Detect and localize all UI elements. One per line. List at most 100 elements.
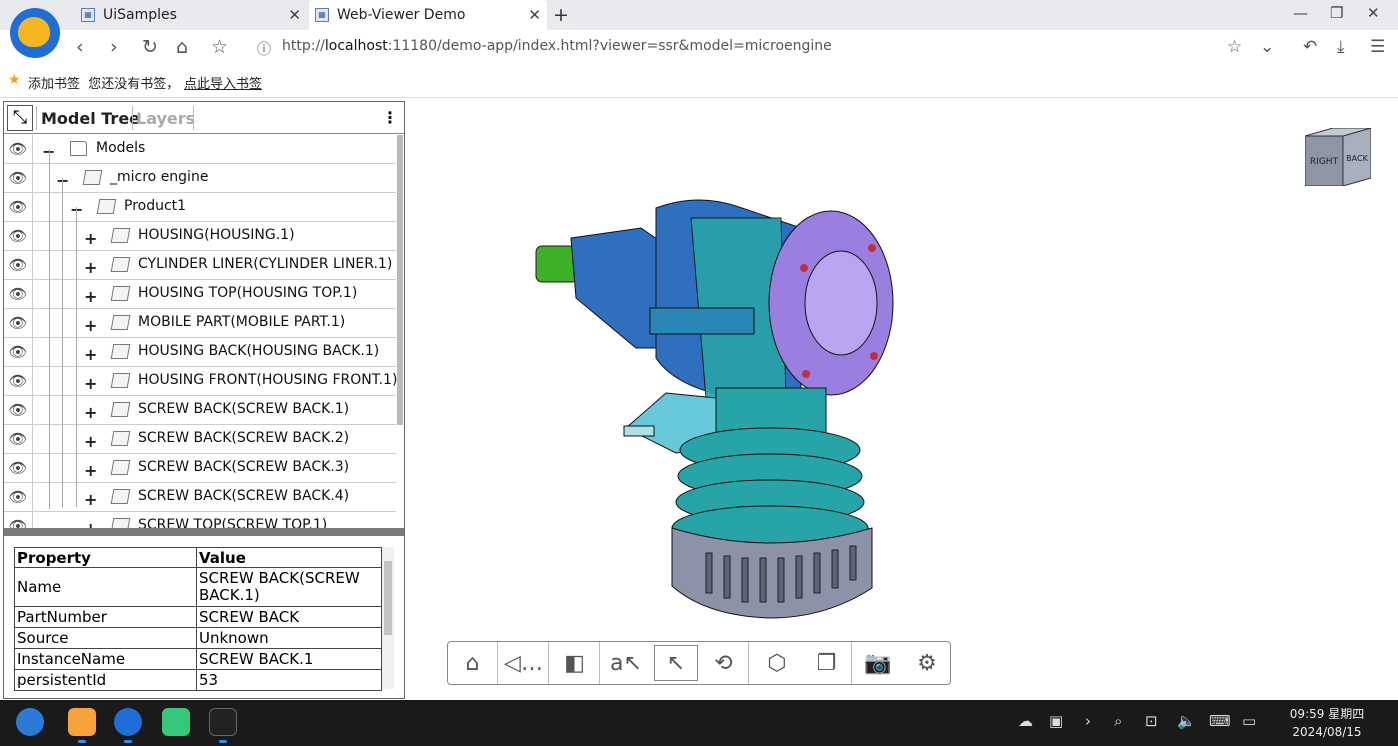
import-bookmarks-link[interactable]: 点此导入书签	[184, 73, 262, 92]
tab-model-tree[interactable]: Model Tree	[41, 109, 140, 128]
visibility-eye-icon[interactable]: 👁	[4, 193, 33, 222]
minimize-icon[interactable]: —	[1293, 4, 1308, 22]
tree-item-label[interactable]: Models	[96, 140, 145, 156]
expand-icon[interactable]: +	[84, 374, 97, 393]
tree-item-label[interactable]: HOUSING(HOUSING.1)	[138, 227, 295, 243]
tree-item-label[interactable]: SCREW BACK(SCREW BACK.1)	[138, 401, 349, 417]
scrollbar-thumb[interactable]	[384, 561, 392, 635]
search-icon[interactable]: ⌕	[1114, 712, 1122, 730]
visibility-eye-icon[interactable]: 👁	[4, 454, 33, 483]
browser-logo[interactable]	[10, 8, 60, 58]
select-button[interactable]: ↖	[651, 642, 701, 684]
tree-item-label[interactable]: HOUSING BACK(HOUSING BACK.1)	[138, 343, 379, 359]
visibility-eye-icon[interactable]: 👁	[4, 483, 33, 512]
box-view-button[interactable]: ◧	[550, 642, 600, 684]
explode-button[interactable]: ⬡	[752, 642, 802, 684]
panel-tool-icon[interactable]: ⤡	[7, 105, 33, 131]
tree-scrollbar[interactable]	[397, 135, 403, 425]
reload-icon[interactable]: ↻	[142, 36, 158, 58]
visibility-eye-icon[interactable]: 👁	[4, 512, 33, 528]
close-icon[interactable]: ✕	[528, 6, 541, 24]
favorite-icon[interactable]: ☆	[1227, 37, 1242, 57]
chat-app-icon[interactable]	[162, 708, 190, 736]
navigation-cube[interactable]: RIGHT BACK	[1305, 128, 1371, 186]
panel-splitter[interactable]	[4, 528, 404, 536]
launcher-icon[interactable]	[16, 708, 44, 736]
tree-item-label[interactable]: SCREW BACK(SCREW BACK.3)	[138, 459, 349, 475]
notification-icon[interactable]: ▭	[1242, 712, 1256, 730]
3d-viewport[interactable]	[406, 98, 1398, 700]
home-icon: ⌂	[465, 650, 480, 676]
cutting-plane-button[interactable]: ❐	[802, 642, 852, 684]
forward-icon[interactable]: ›	[110, 36, 118, 58]
tree-item-label[interactable]: HOUSING FRONT(HOUSING FRONT.1)	[138, 372, 397, 388]
screw-back-3	[870, 352, 878, 360]
tree-item-label[interactable]: MOBILE PART(MOBILE PART.1)	[138, 314, 345, 330]
terminal-icon[interactable]	[209, 708, 237, 736]
windows-icon[interactable]: ▣	[1049, 712, 1063, 730]
restore-icon[interactable]: ❐	[1330, 4, 1343, 22]
expand-icon[interactable]: +	[84, 519, 97, 528]
expand-icon[interactable]: +	[84, 403, 97, 422]
tree-item-label[interactable]: SCREW TOP(SCREW TOP.1)	[138, 517, 327, 528]
properties-scrollbar[interactable]	[382, 547, 394, 689]
tree-row[interactable]: 👁−Models	[4, 135, 396, 164]
undo-icon[interactable]: ↶	[1303, 37, 1317, 57]
markup-button[interactable]: a↖	[601, 642, 651, 684]
visibility-eye-icon[interactable]: 👁	[4, 309, 33, 338]
keyboard-icon[interactable]: ⌨	[1209, 712, 1231, 730]
snapshot-button[interactable]: 📷	[853, 642, 903, 684]
expand-icon[interactable]: +	[84, 345, 97, 364]
engine-model[interactable]	[406, 98, 1398, 700]
visibility-eye-icon[interactable]: 👁	[4, 222, 33, 251]
visibility-eye-icon[interactable]: 👁	[4, 251, 33, 280]
expand-icon[interactable]: +	[84, 287, 97, 306]
visibility-eye-icon[interactable]: 👁	[4, 425, 33, 454]
network-icon[interactable]: ⊡	[1145, 712, 1158, 730]
expand-icon[interactable]: +	[84, 258, 97, 277]
window-close-icon[interactable]: ✕	[1367, 4, 1380, 22]
tab-web-viewer-demo[interactable]: ▦ Web-Viewer Demo ✕	[309, 0, 547, 30]
tree-item-label[interactable]: SCREW BACK(SCREW BACK.2)	[138, 430, 349, 446]
settings-button[interactable]: ⚙	[902, 642, 952, 684]
visibility-eye-icon[interactable]: 👁	[4, 135, 33, 164]
expand-icon[interactable]: +	[84, 490, 97, 509]
back-icon[interactable]: ‹	[76, 36, 84, 58]
more-menu-icon[interactable]: ⋮	[382, 108, 398, 127]
home-icon[interactable]: ⌂	[176, 36, 188, 58]
visibility-eye-icon[interactable]: 👁	[4, 396, 33, 425]
tree-item-label[interactable]: SCREW BACK(SCREW BACK.4)	[138, 488, 349, 504]
tree-item-label[interactable]: Product1	[124, 198, 186, 214]
visibility-eye-icon[interactable]: 👁	[4, 280, 33, 309]
orbit-button[interactable]: ⟲	[699, 642, 749, 684]
tab-uisamples[interactable]: ▦ UiSamples ✕	[75, 0, 307, 30]
url-field[interactable]: http://localhost:11180/demo-app/index.ht…	[282, 38, 832, 54]
volume-icon[interactable]: 🔈	[1177, 712, 1196, 730]
tab-layers[interactable]: Layers	[136, 109, 195, 128]
visibility-eye-icon[interactable]: 👁	[4, 338, 33, 367]
expand-icon[interactable]: +	[84, 316, 97, 335]
visibility-eye-icon[interactable]: 👁	[4, 164, 33, 193]
download-icon[interactable]: ⤓	[1337, 37, 1345, 57]
visibility-eye-icon[interactable]: 👁	[4, 367, 33, 396]
app-store-icon[interactable]	[68, 708, 96, 736]
tree-item-label[interactable]: HOUSING TOP(HOUSING TOP.1)	[138, 285, 357, 301]
bookmark-star-icon[interactable]: ☆	[211, 36, 228, 58]
tree-item-label[interactable]: _micro engine	[110, 169, 208, 185]
expand-icon[interactable]: +	[84, 461, 97, 480]
chevron-right-icon[interactable]: ›	[1085, 712, 1091, 730]
browser-app-icon[interactable]	[114, 708, 142, 736]
new-tab-button[interactable]: +	[553, 4, 569, 26]
menu-icon[interactable]: ☰	[1370, 37, 1385, 57]
tree-row[interactable]: 👁 + SCREW TOP(SCREW TOP.1)	[4, 512, 396, 528]
expand-icon[interactable]: +	[84, 432, 97, 451]
camera-view-button[interactable]: ◁…	[499, 642, 549, 684]
cloud-icon[interactable]: ☁	[1018, 712, 1033, 730]
home-view-button[interactable]: ⌂	[448, 642, 498, 684]
tree-item-label[interactable]: CYLINDER LINER(CYLINDER LINER.1)	[138, 256, 392, 272]
bookmark-add-label[interactable]: 添加书签	[28, 77, 80, 92]
system-clock[interactable]: 09:59 星期四 2024/08/15	[1285, 705, 1369, 741]
expand-icon[interactable]: +	[84, 229, 97, 248]
close-icon[interactable]: ✕	[288, 6, 301, 24]
chevron-down-icon[interactable]: ⌄	[1260, 37, 1274, 57]
